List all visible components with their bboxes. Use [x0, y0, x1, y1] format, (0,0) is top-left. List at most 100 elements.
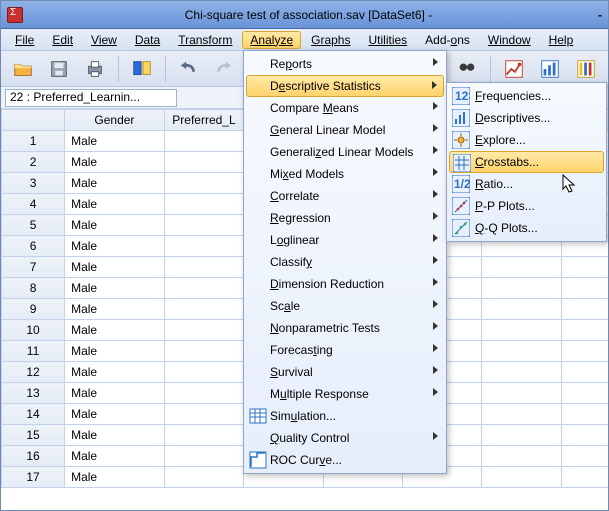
col-header-preferred[interactable]: Preferred_L	[164, 110, 243, 131]
menu-item-compare-means[interactable]: Compare Means	[246, 97, 444, 119]
undo-button[interactable]	[173, 55, 205, 83]
menu-data[interactable]: Data	[127, 31, 168, 49]
menu-item-correlate[interactable]: Correlate	[246, 185, 444, 207]
cell[interactable]	[482, 446, 561, 467]
row-header[interactable]: 7	[2, 257, 65, 278]
cell-gender[interactable]: Male	[65, 194, 165, 215]
menu-item-roc-curve-[interactable]: ROC Curve...	[246, 449, 444, 471]
menu-item-forecasting[interactable]: Forecasting	[246, 339, 444, 361]
cell-gender[interactable]: Male	[65, 362, 165, 383]
cell-gender[interactable]: Male	[65, 215, 165, 236]
cell[interactable]	[164, 257, 243, 278]
submenu-item-q-q-plots-[interactable]: Q-Q Plots...	[449, 217, 604, 239]
cell[interactable]	[561, 446, 608, 467]
cell[interactable]	[561, 362, 608, 383]
cell[interactable]	[164, 362, 243, 383]
corner-cell[interactable]	[2, 110, 65, 131]
cell[interactable]	[164, 446, 243, 467]
cell-gender[interactable]: Male	[65, 341, 165, 362]
cell[interactable]	[164, 215, 243, 236]
cell[interactable]	[482, 404, 561, 425]
menu-item-reports[interactable]: Reports	[246, 53, 444, 75]
cell[interactable]	[164, 425, 243, 446]
row-header[interactable]: 3	[2, 173, 65, 194]
cell-gender[interactable]: Male	[65, 320, 165, 341]
menu-item-quality-control[interactable]: Quality Control	[246, 427, 444, 449]
recall-dialog-button[interactable]	[126, 55, 158, 83]
cell[interactable]	[482, 278, 561, 299]
row-header[interactable]: 15	[2, 425, 65, 446]
cell[interactable]	[561, 341, 608, 362]
cell[interactable]	[561, 383, 608, 404]
cell-gender[interactable]: Male	[65, 467, 165, 488]
menu-item-mixed-models[interactable]: Mixed Models	[246, 163, 444, 185]
row-header[interactable]: 16	[2, 446, 65, 467]
cell[interactable]	[164, 320, 243, 341]
cell[interactable]	[164, 341, 243, 362]
cell[interactable]	[561, 299, 608, 320]
menu-window[interactable]: Window	[480, 31, 539, 49]
menu-item-simulation-[interactable]: Simulation...	[246, 405, 444, 427]
menu-analyze[interactable]: Analyze	[242, 31, 301, 49]
menu-help[interactable]: Help	[541, 31, 582, 49]
row-header[interactable]: 12	[2, 362, 65, 383]
cell[interactable]	[561, 404, 608, 425]
row-header[interactable]: 17	[2, 467, 65, 488]
cell[interactable]	[482, 425, 561, 446]
submenu-item-crosstabs-[interactable]: Crosstabs...	[449, 151, 604, 173]
submenu-item-descriptives-[interactable]: Descriptives...	[449, 107, 604, 129]
submenu-item-explore-[interactable]: Explore...	[449, 129, 604, 151]
row-header[interactable]: 10	[2, 320, 65, 341]
menu-edit[interactable]: Edit	[44, 31, 81, 49]
cell[interactable]	[561, 425, 608, 446]
menu-item-regression[interactable]: Regression	[246, 207, 444, 229]
cell-gender[interactable]: Male	[65, 383, 165, 404]
chart-yellow-button[interactable]	[570, 55, 602, 83]
cell[interactable]	[482, 383, 561, 404]
cell[interactable]	[164, 467, 243, 488]
submenu-item-frequencies-[interactable]: 123Frequencies...	[449, 85, 604, 107]
chart-blue-button[interactable]	[534, 55, 566, 83]
row-header[interactable]: 14	[2, 404, 65, 425]
row-header[interactable]: 9	[2, 299, 65, 320]
cell[interactable]	[561, 467, 608, 488]
cell[interactable]	[482, 362, 561, 383]
cell-gender[interactable]: Male	[65, 299, 165, 320]
menu-item-generalized-linear-models[interactable]: Generalized Linear Models	[246, 141, 444, 163]
cell[interactable]	[482, 257, 561, 278]
menu-transform[interactable]: Transform	[170, 31, 240, 49]
row-header[interactable]: 1	[2, 131, 65, 152]
cell[interactable]	[561, 257, 608, 278]
cell[interactable]	[164, 173, 243, 194]
cell[interactable]	[482, 299, 561, 320]
menu-item-general-linear-model[interactable]: General Linear Model	[246, 119, 444, 141]
cell[interactable]	[164, 131, 243, 152]
cell-gender[interactable]: Male	[65, 425, 165, 446]
cell[interactable]	[482, 341, 561, 362]
menu-item-dimension-reduction[interactable]: Dimension Reduction	[246, 273, 444, 295]
row-header[interactable]: 2	[2, 152, 65, 173]
cell[interactable]	[561, 320, 608, 341]
cell-gender[interactable]: Male	[65, 404, 165, 425]
row-header[interactable]: 6	[2, 236, 65, 257]
cell[interactable]	[482, 320, 561, 341]
row-header[interactable]: 13	[2, 383, 65, 404]
submenu-item-p-p-plots-[interactable]: P-P Plots...	[449, 195, 604, 217]
submenu-item-ratio-[interactable]: 1/2Ratio...	[449, 173, 604, 195]
print-button[interactable]	[79, 55, 111, 83]
menu-utilities[interactable]: Utilities	[360, 31, 415, 49]
cell[interactable]	[164, 152, 243, 173]
menu-item-classify[interactable]: Classify	[246, 251, 444, 273]
menu-item-descriptive-statistics[interactable]: Descriptive Statistics	[246, 75, 444, 97]
cell[interactable]	[482, 467, 561, 488]
menu-item-scale[interactable]: Scale	[246, 295, 444, 317]
menu-file[interactable]: File	[7, 31, 42, 49]
menu-addons[interactable]: Add-ons	[417, 31, 478, 49]
row-header[interactable]: 8	[2, 278, 65, 299]
cell-gender[interactable]: Male	[65, 446, 165, 467]
menu-view[interactable]: View	[83, 31, 125, 49]
save-button[interactable]	[43, 55, 75, 83]
row-header[interactable]: 5	[2, 215, 65, 236]
cell[interactable]	[164, 404, 243, 425]
menu-item-survival[interactable]: Survival	[246, 361, 444, 383]
